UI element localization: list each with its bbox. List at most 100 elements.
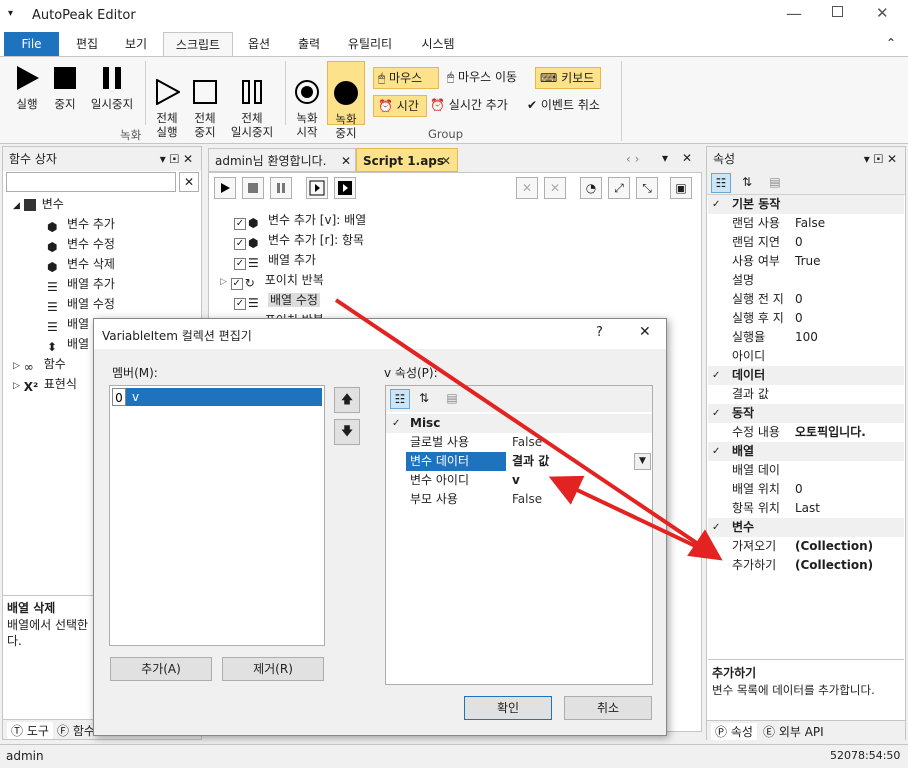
ok-button[interactable]: 확인 (464, 696, 552, 720)
run-button[interactable]: 실행 (8, 65, 46, 111)
close-icon[interactable]: ✕ (876, 4, 889, 22)
script-step-over-button[interactable] (334, 177, 356, 199)
script-stop-button[interactable] (242, 177, 264, 199)
property-pages-icon[interactable]: ▤ (442, 389, 462, 409)
script-delete-all-button[interactable]: ✕ (544, 177, 566, 199)
prop-use[interactable]: 사용 여부 True (708, 252, 904, 271)
property-pages-icon[interactable]: ▤ (765, 173, 785, 193)
prop-pre-delay[interactable]: 실행 전 지0 (708, 290, 904, 309)
tab-script[interactable]: Script 1.aps ✕ (356, 148, 458, 172)
categorized-icon[interactable]: ☷ (711, 173, 731, 193)
members-list[interactable]: 0 v (109, 385, 325, 646)
minimize-icon[interactable]: — (786, 4, 802, 23)
pause-button[interactable]: 일시중지 (84, 65, 140, 111)
expand-icon[interactable]: ▷ (220, 277, 227, 287)
tab-external-api[interactable]: Ⓔ 외부 API (763, 723, 824, 740)
prop-parent-use[interactable]: 부모 사용 False (386, 490, 652, 509)
mouse-move-toggle[interactable]: 🖱 마우스 이동 (445, 67, 535, 89)
prop-add[interactable]: 추가하기 (Collection) (708, 556, 904, 575)
tab-nav-icons[interactable]: ‹ › (626, 152, 639, 166)
script-step-button[interactable] (306, 177, 328, 199)
keyboard-toggle[interactable]: ⌨ 키보드 (535, 67, 601, 89)
category-action[interactable]: ✓ 동작 (708, 404, 904, 423)
record-start-button[interactable]: 녹화 시작 (288, 65, 326, 139)
close-document-icon[interactable]: ✕ (682, 151, 692, 165)
realtime-add-toggle[interactable]: ⏰ 실시간 추가 (430, 95, 525, 117)
script-line-selected[interactable]: ✓ ☰ 배열 수정 (234, 290, 320, 310)
tree-node-functions[interactable]: ▷ ∞ 함수 (13, 354, 66, 374)
maximize-icon[interactable] (832, 6, 843, 17)
help-icon[interactable]: ? (596, 325, 603, 340)
tab-script[interactable]: 스크립트 (163, 32, 233, 57)
add-member-button[interactable]: 추가(A) (110, 657, 212, 681)
tree-item-var-delete[interactable]: ⬢ 변수 삭제 (47, 254, 115, 274)
script-trash-button[interactable]: ▣ (670, 177, 692, 199)
prop-post-delay[interactable]: 실행 후 지0 (708, 309, 904, 328)
category-misc[interactable]: ✓ Misc (386, 414, 652, 433)
close-tab-icon[interactable]: ✕ (341, 149, 351, 173)
dropdown-icon[interactable]: ▼ (634, 453, 651, 470)
script-expand-button[interactable]: ⤢ (608, 177, 630, 199)
tree-node-expression[interactable]: ▷ X² 표현식 (13, 374, 77, 394)
remove-member-button[interactable]: 제거(R) (222, 657, 324, 681)
tab-functions[interactable]: Ⓕ 함수 (57, 722, 95, 739)
tab-welcome[interactable]: admin님 환영합니다. ✕ (208, 148, 356, 172)
script-run-button[interactable] (214, 177, 236, 199)
script-line[interactable]: ✓ ☰ 배열 추가 (234, 250, 316, 270)
prop-item-position[interactable]: 항목 위치 Last (708, 499, 904, 518)
script-collapse-button[interactable]: ⤡ (636, 177, 658, 199)
run-all-button[interactable]: 전체 실행 (148, 65, 186, 139)
function-search-input[interactable] (6, 172, 176, 192)
checkbox[interactable]: ✓ (234, 218, 246, 230)
panel-controls-icon[interactable]: ▾ 🞔 ✕ (864, 147, 897, 171)
checkbox[interactable]: ✓ (234, 238, 246, 250)
record-stop-button[interactable]: 녹화 중지 (327, 61, 365, 140)
alphabetical-icon[interactable]: ⇅ (737, 173, 757, 193)
tab-system[interactable]: 시스템 (408, 32, 468, 56)
tree-item-arr-sort[interactable]: ⬍ 배열 (47, 334, 89, 354)
dialog-close-icon[interactable]: ✕ (639, 324, 651, 340)
stop-all-button[interactable]: 전체 중지 (186, 65, 224, 139)
prop-random-use[interactable]: 랜덤 사용 False (708, 214, 904, 233)
member-item[interactable]: 0 v (112, 388, 322, 406)
tree-node-variables[interactable]: ◢ 변수 (13, 194, 64, 214)
tab-properties[interactable]: Ⓟ 속성 (711, 723, 757, 740)
event-cancel-toggle[interactable]: ✔ 이벤트 취소 (527, 95, 617, 117)
tab-list-icon[interactable]: ▾ (662, 151, 668, 165)
script-line[interactable]: ✓ ⬢ 변수 추가 [r]: 항목 (234, 230, 364, 250)
move-down-button[interactable]: 🡇 (334, 419, 360, 445)
tab-tools[interactable]: Ⓣ 도구 (7, 722, 53, 739)
prop-rate[interactable]: 실행율 100 (708, 328, 904, 347)
script-pause-button[interactable] (270, 177, 292, 199)
prop-array-position[interactable]: 배열 위치 0 (708, 480, 904, 499)
move-up-button[interactable]: 🡅 (334, 387, 360, 413)
tab-options[interactable]: 옵션 (235, 32, 283, 56)
script-delete-button[interactable]: ✕ (516, 177, 538, 199)
tree-item-var-add[interactable]: ⬢ 변수 추가 (47, 214, 115, 234)
time-toggle[interactable]: ⏰ 시간 (373, 95, 427, 117)
stop-button[interactable]: 중지 (46, 65, 84, 111)
categorized-icon[interactable]: ☷ (390, 389, 410, 409)
script-line[interactable]: ✓ ⬢ 변수 추가 [v]: 배열 (234, 210, 366, 230)
prop-random-delay[interactable]: 랜덤 지연 0 (708, 233, 904, 252)
app-menu-icon[interactable]: ▾ (8, 8, 13, 19)
prop-array-data[interactable]: 배열 데이 (708, 461, 904, 480)
prop-edit-content[interactable]: 수정 내용 오토픽입니다. (708, 423, 904, 442)
tab-edit[interactable]: 편집 (62, 32, 112, 56)
tab-view[interactable]: 보기 (112, 32, 160, 56)
mouse-toggle[interactable]: 🖱 마우스 (373, 67, 439, 89)
clear-search-icon[interactable]: ✕ (179, 172, 199, 192)
alphabetical-icon[interactable]: ⇅ (414, 389, 434, 409)
checkbox[interactable]: ✓ (234, 298, 246, 310)
category-basic[interactable]: ✓ 기본 동작 (708, 195, 904, 214)
script-line[interactable]: ▷ ✓↻포이치 반복 (220, 270, 324, 290)
tree-item-arr-add[interactable]: ☰ 배열 추가 (47, 274, 115, 294)
pause-all-button[interactable]: 전체 일시중지 (224, 65, 280, 139)
tree-item-arr-delete[interactable]: ☰ 배열 (47, 314, 89, 334)
checkbox[interactable]: ✓ (230, 278, 243, 290)
tree-item-arr-edit[interactable]: ☰ 배열 수정 (47, 294, 115, 314)
category-variable[interactable]: ✓ 변수 (708, 518, 904, 537)
category-array[interactable]: ✓ 배열 (708, 442, 904, 461)
prop-get[interactable]: 가져오기 (Collection) (708, 537, 904, 556)
tab-utility[interactable]: 유틸리티 (336, 32, 404, 56)
